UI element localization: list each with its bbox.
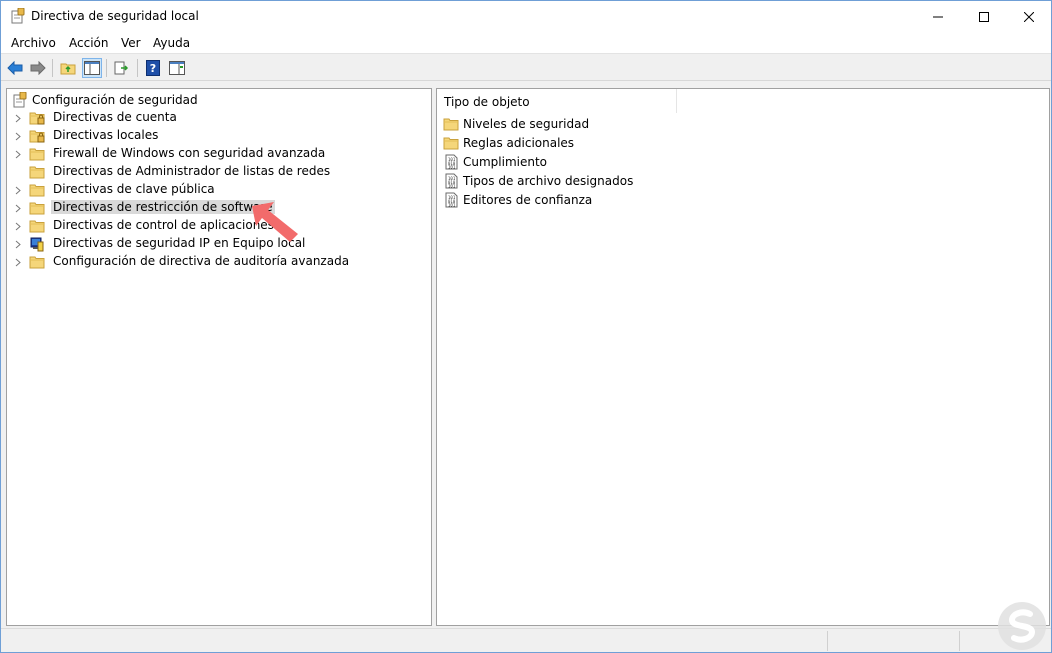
security-config-icon <box>13 92 27 108</box>
svg-text:?: ? <box>150 62 156 75</box>
expand-chevron-icon[interactable] <box>13 199 23 217</box>
folder-icon <box>29 220 45 233</box>
folder-icon <box>443 137 459 150</box>
tree-item[interactable]: Directivas de control de aplicaciones <box>7 217 427 235</box>
status-cell <box>827 631 959 651</box>
expand-chevron-icon[interactable] <box>13 127 23 145</box>
status-bar <box>1 628 1051 652</box>
folder-lock-icon <box>29 112 45 125</box>
window-title: Directiva de seguridad local <box>31 9 199 23</box>
help-icon: ? <box>146 60 160 76</box>
folder-icon <box>29 166 45 179</box>
tree-item[interactable]: Directivas de restricción de software <box>7 199 427 217</box>
up-one-level-button[interactable] <box>58 58 78 78</box>
folder-up-icon <box>60 63 76 75</box>
folder-icon <box>29 202 45 215</box>
console-tree-pane: Configuración de seguridad Directivas de… <box>6 88 432 626</box>
folder-icon <box>29 148 45 161</box>
binary-doc-icon: 101010101 <box>445 173 458 189</box>
tree-item[interactable]: Directivas locales <box>7 127 427 145</box>
svg-text:101: 101 <box>448 203 456 208</box>
ip-security-icon <box>30 237 44 252</box>
tree-item-label: Directivas de clave pública <box>53 182 215 196</box>
minimize-icon <box>933 16 943 17</box>
menu-bar: Archivo Acción Ver Ayuda <box>1 32 1051 54</box>
tree-item-label: Directivas de cuenta <box>53 110 177 124</box>
list-item[interactable]: 101 010 101 Tipos de archivo designados <box>441 172 681 191</box>
toolbar-separator <box>52 59 53 77</box>
export-icon <box>114 61 129 75</box>
list-item-label: Niveles de seguridad <box>463 117 590 131</box>
binary-doc-icon: 101010101 <box>445 192 458 208</box>
svg-text:101: 101 <box>448 184 456 189</box>
forward-arrow-icon <box>30 61 46 75</box>
maximize-icon <box>979 11 989 22</box>
export-list-button[interactable] <box>112 58 132 78</box>
column-header-label: Tipo de objeto <box>444 95 530 109</box>
tree-item-label: Firewall de Windows con seguridad avanza… <box>53 146 326 160</box>
show-hide-action-pane-button[interactable] <box>167 58 187 78</box>
help-button[interactable]: ? <box>143 58 163 78</box>
expand-chevron-icon[interactable] <box>13 109 23 127</box>
tree-item-label: Directivas de Administrador de listas de… <box>53 164 331 178</box>
tree-item[interactable]: Directivas de Administrador de listas de… <box>7 163 427 181</box>
forward-button[interactable] <box>28 58 48 78</box>
list-item[interactable]: 101 010 101 Editores de confianza <box>441 191 681 210</box>
show-hide-console-tree-button[interactable] <box>82 58 102 78</box>
app-window: Directiva de seguridad local Archivo Acc… <box>0 0 1052 653</box>
expand-chevron-icon[interactable] <box>13 235 23 253</box>
tree-item[interactable]: Firewall de Windows con seguridad avanza… <box>7 145 427 163</box>
tree-root-label: Configuración de seguridad <box>32 93 198 107</box>
tree-item-label: Directivas locales <box>53 128 159 142</box>
folder-icon <box>29 184 45 197</box>
close-button[interactable] <box>1006 1 1052 32</box>
menu-archivo[interactable]: Archivo <box>11 36 56 50</box>
back-arrow-icon <box>7 61 23 75</box>
binary-doc-icon: 101010101 <box>445 154 458 170</box>
details-pane: Tipo de objeto Niveles de seguridad Regla… <box>436 88 1050 626</box>
minimize-button[interactable] <box>915 1 961 32</box>
annotation-arrow-icon <box>252 202 298 242</box>
security-policy-app-icon <box>11 8 25 24</box>
list-item-label: Reglas adicionales <box>463 136 575 150</box>
watermark-logo-icon <box>998 602 1046 650</box>
column-header-tipo-de-objeto[interactable]: Tipo de objeto <box>437 89 677 113</box>
folder-icon <box>29 256 45 269</box>
title-bar: Directiva de seguridad local <box>1 1 1051 32</box>
tree-root-item[interactable]: Configuración de seguridad <box>13 92 198 108</box>
tree-item-label: Configuración de directiva de auditoría … <box>53 254 350 268</box>
action-pane-icon <box>169 61 185 75</box>
expand-chevron-icon[interactable] <box>13 253 23 271</box>
list-item-label: Cumplimiento <box>463 155 548 169</box>
menu-accion[interactable]: Acción <box>69 36 108 50</box>
back-button[interactable] <box>5 58 25 78</box>
menu-ver[interactable]: Ver <box>121 36 141 50</box>
tree-item-label: Directivas de control de aplicaciones <box>53 218 274 232</box>
folder-lock-icon <box>29 130 45 143</box>
list-item-label: Tipos de archivo designados <box>463 174 634 188</box>
svg-text:101: 101 <box>448 165 456 170</box>
toolbar: ? <box>1 55 1051 81</box>
tree-item-label: Directivas de restricción de software <box>51 200 275 214</box>
menu-ayuda[interactable]: Ayuda <box>153 36 190 50</box>
toolbar-separator <box>137 59 138 77</box>
tree-item[interactable]: Configuración de directiva de auditoría … <box>7 253 427 271</box>
list-item-label: Editores de confianza <box>463 193 593 207</box>
maximize-button[interactable] <box>961 1 1007 32</box>
toolbar-separator <box>106 59 107 77</box>
list-item[interactable]: Reglas adicionales <box>441 134 681 153</box>
tree-item[interactable]: Directivas de cuenta <box>7 109 427 127</box>
expand-chevron-icon[interactable] <box>13 217 23 235</box>
list-item[interactable]: 101 010 101 Cumplimiento <box>441 153 681 172</box>
expand-chevron-icon[interactable] <box>13 145 23 163</box>
console-tree-icon <box>84 61 100 75</box>
expand-chevron-icon[interactable] <box>13 181 23 199</box>
tree-item[interactable]: Directivas de clave pública <box>7 181 427 199</box>
close-icon <box>1024 11 1034 22</box>
tree-item[interactable]: Directivas de seguridad IP en Equipo loc… <box>7 235 427 253</box>
list-item[interactable]: Niveles de seguridad <box>441 115 681 134</box>
folder-icon <box>443 118 459 131</box>
